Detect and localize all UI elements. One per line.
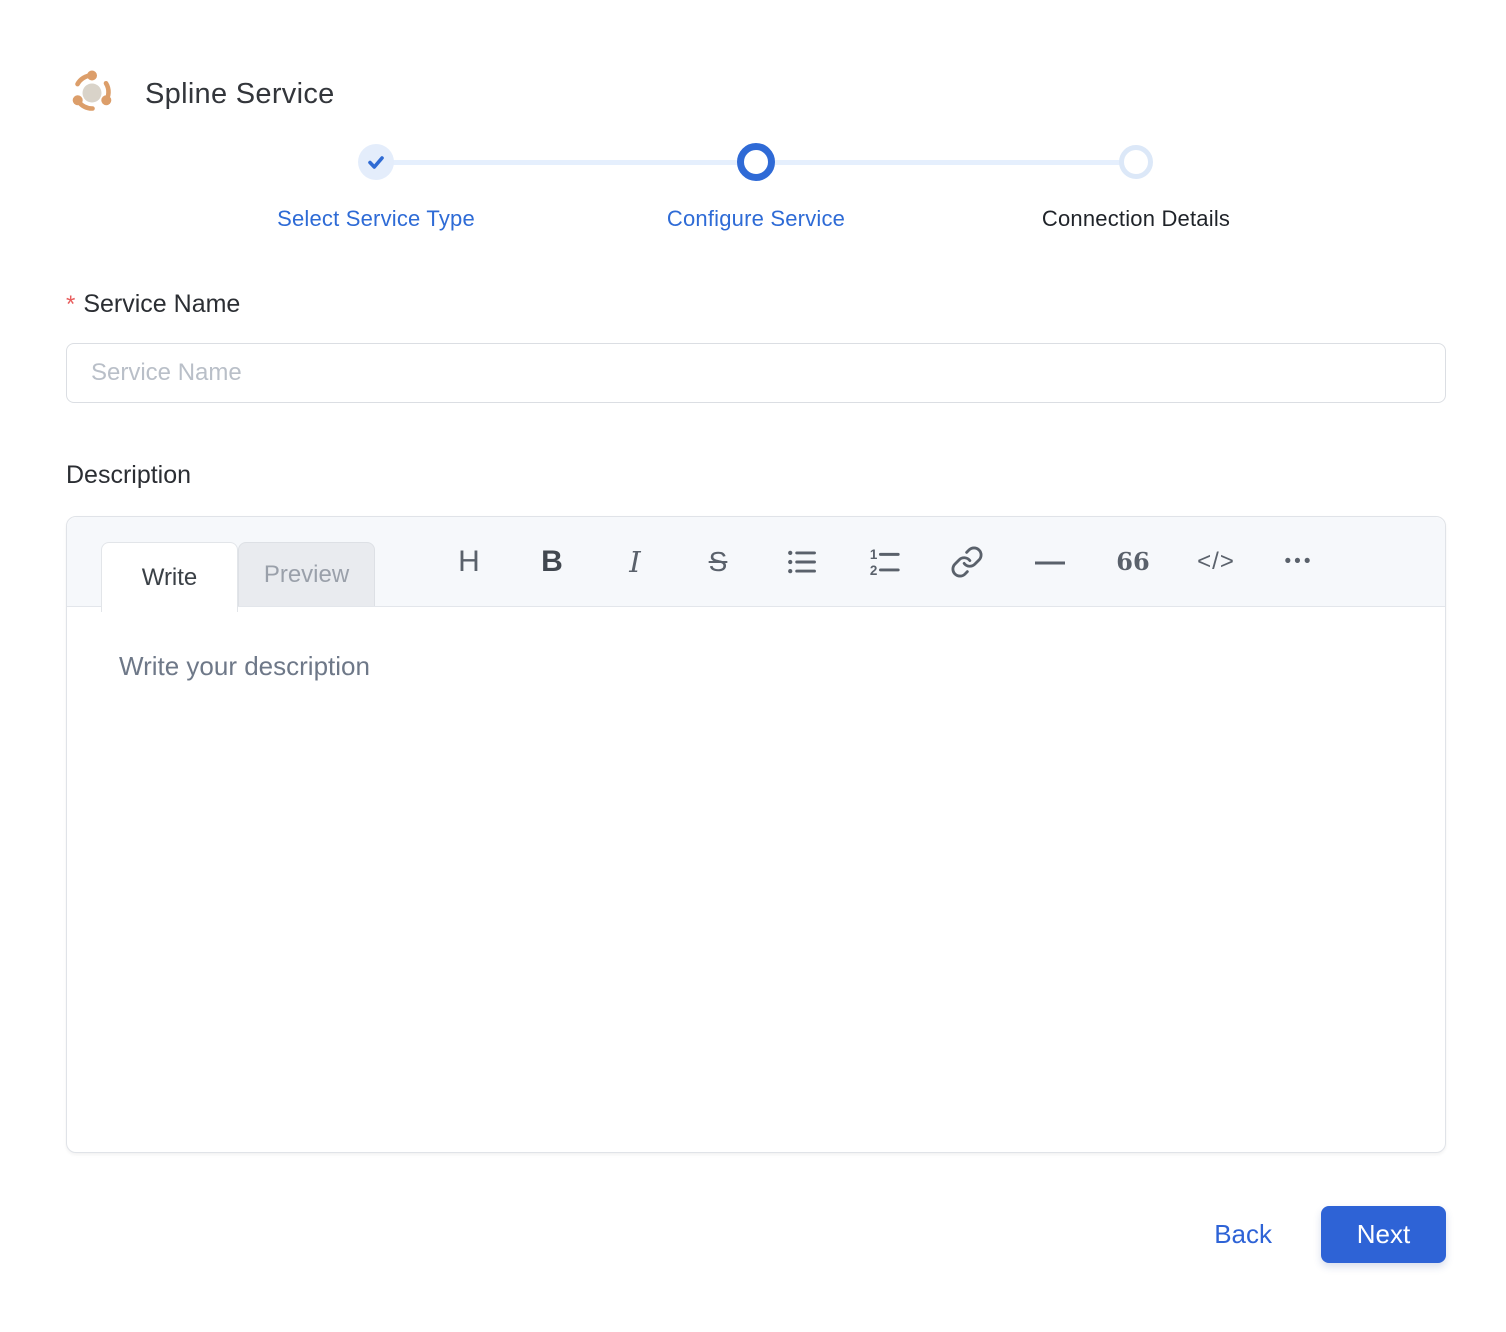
step-configure-service[interactable]: Configure Service [566,142,946,232]
step-current-icon [737,143,775,181]
editor-toolbar-header: Write Preview H B I S 1 2 — 66 </> ••• [67,517,1445,612]
heading-icon[interactable]: H [452,540,486,584]
step-pending-icon [1119,145,1153,179]
editor-write-area [67,607,1445,1153]
step-label: Select Service Type [277,206,475,231]
tab-write[interactable]: Write [101,542,238,612]
svg-text:2: 2 [870,562,877,577]
stepper: Select Service Type Configure Service Co… [186,142,1326,232]
app-header: Spline Service [66,0,1446,123]
spline-service-logo-icon [66,66,118,123]
bold-icon[interactable]: B [535,540,569,584]
wizard-footer: Back Next [66,1206,1446,1263]
link-icon[interactable] [950,540,984,584]
step-circle-wrap [358,142,394,182]
more-icon[interactable]: ••• [1282,540,1316,584]
description-textarea[interactable] [67,607,1445,1153]
description-label: Description [66,461,192,489]
back-button[interactable]: Back [1214,1219,1272,1250]
page-title: Spline Service [145,78,335,110]
page-content: Spline Service Select Service Type Confi… [66,0,1446,1263]
service-name-input[interactable] [66,343,1446,403]
step-label: Configure Service [666,206,846,231]
description-editor: Write Preview H B I S 1 2 — 66 </> ••• W… [66,516,1446,1153]
strikethrough-icon[interactable]: S [701,540,735,584]
step-select-service-type[interactable]: Select Service Type [186,142,566,232]
step-label: Connection Details [1041,206,1231,231]
horizontal-rule-icon[interactable]: — [1033,540,1067,584]
required-marker: * [66,291,76,318]
next-button[interactable]: Next [1321,1206,1446,1263]
ordered-list-icon[interactable]: 1 2 [867,540,901,584]
step-circle-wrap [1119,142,1153,182]
service-name-label: * Service Name [66,290,1446,319]
italic-icon[interactable]: I [618,540,652,584]
service-name-label-text: Service Name [83,290,241,318]
step-circle-wrap [737,142,775,182]
quote-icon[interactable]: 66 [1116,540,1150,584]
step-completed-check-icon [358,144,394,180]
tab-preview[interactable]: Preview [238,542,375,606]
step-connection-details[interactable]: Connection Details [946,142,1326,232]
editor-tabs: Write Preview [101,542,375,612]
svg-text:1: 1 [870,547,878,562]
unordered-list-icon[interactable] [784,540,818,584]
code-icon[interactable]: </> [1197,540,1234,584]
editor-toolbar: H B I S 1 2 — 66 </> ••• [452,517,1445,606]
